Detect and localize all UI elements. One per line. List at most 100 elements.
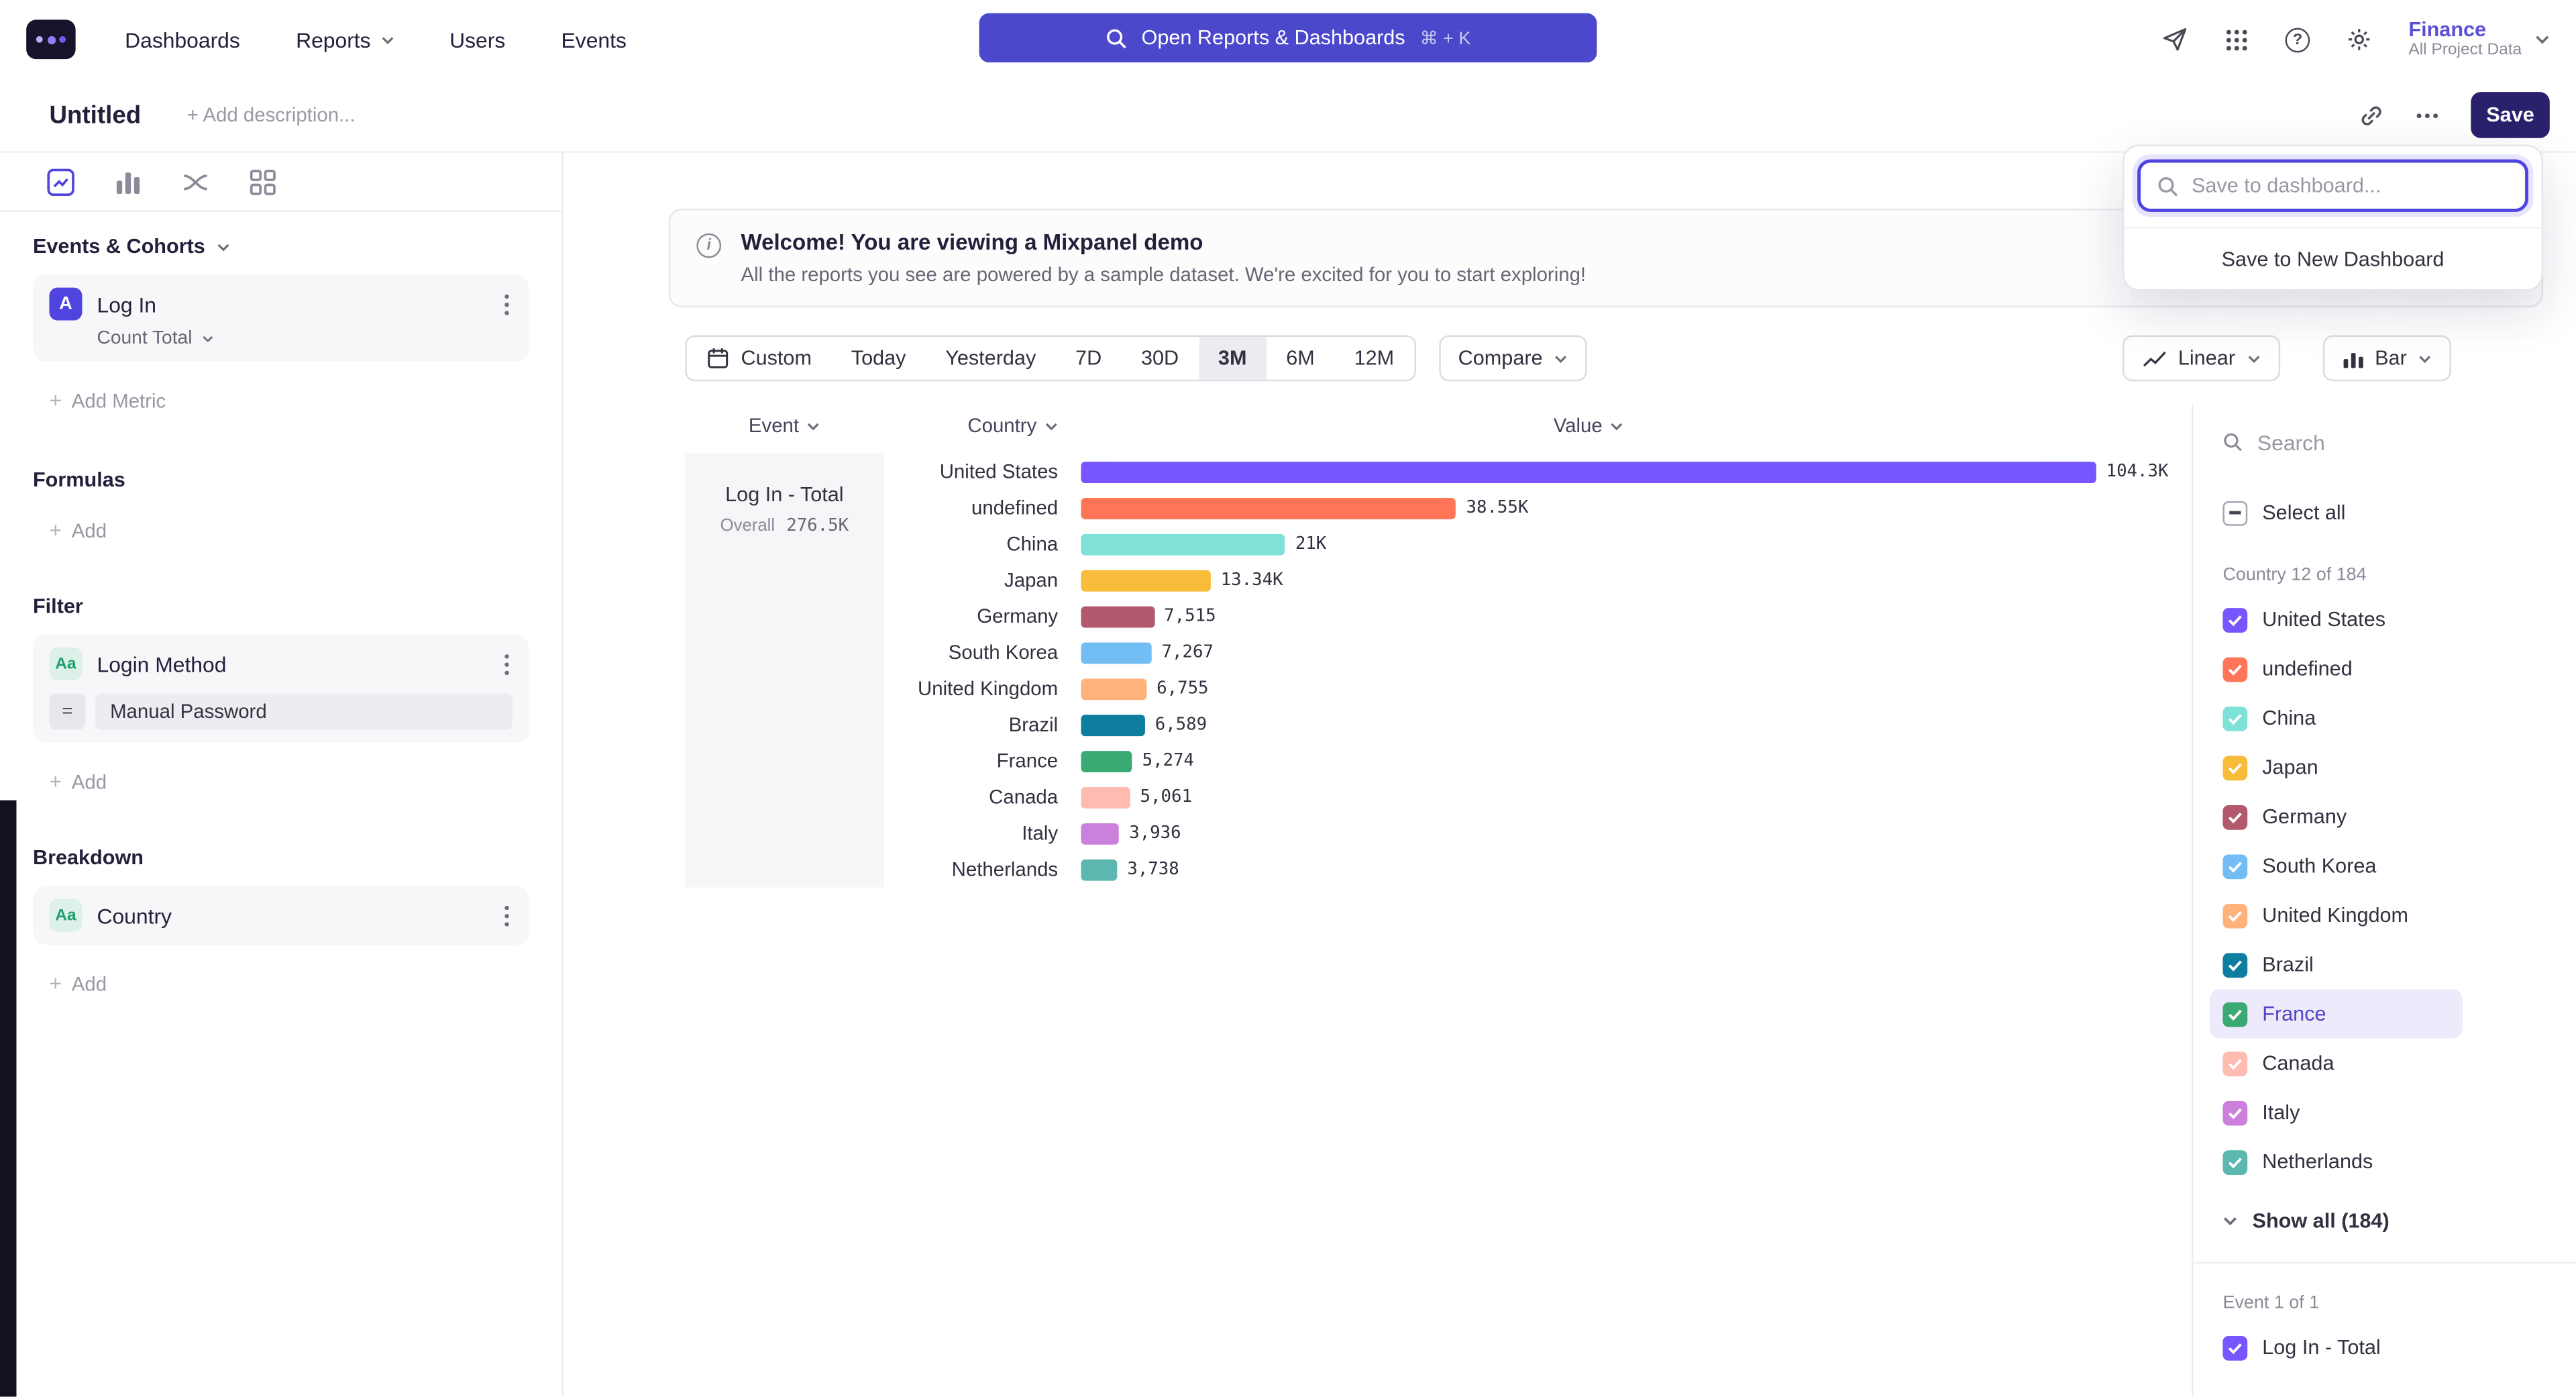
event-column-header[interactable]: Event xyxy=(685,414,883,437)
more-options-icon[interactable] xyxy=(2416,113,2438,117)
range-6m-button[interactable]: 6M xyxy=(1267,337,1334,380)
add-metric-button[interactable]: + Add Metric xyxy=(49,388,529,413)
bar-germany[interactable] xyxy=(1081,605,1154,627)
show-all-button[interactable]: Show all (184) xyxy=(2222,1193,2546,1249)
legend-item-germany[interactable]: Germany xyxy=(2210,792,2546,841)
events-cohorts-heading[interactable]: Events & Cohorts xyxy=(33,235,529,258)
save-to-new-dashboard-option[interactable]: Save to New Dashboard xyxy=(2125,227,2542,289)
tab-funnels[interactable] xyxy=(113,167,143,197)
add-filter-button[interactable]: + Add xyxy=(49,769,529,794)
country-column-header[interactable]: Country xyxy=(894,414,1081,437)
chevron-down-icon xyxy=(217,242,230,250)
tab-flows[interactable] xyxy=(180,167,210,197)
bar-united-kingdom[interactable] xyxy=(1081,678,1146,699)
event-checkbox[interactable] xyxy=(2222,1335,2247,1360)
save-dashboard-search-input[interactable] xyxy=(2192,174,2509,197)
country-checkbox[interactable] xyxy=(2222,805,2247,829)
send-feedback-icon[interactable] xyxy=(2162,26,2188,52)
country-checkbox[interactable] xyxy=(2222,952,2247,977)
country-checkbox[interactable] xyxy=(2222,656,2247,681)
range-7d-button[interactable]: 7D xyxy=(1056,337,1122,380)
country-checkbox[interactable] xyxy=(2222,1149,2247,1174)
bar-brazil[interactable] xyxy=(1081,714,1145,735)
apps-grid-icon[interactable] xyxy=(2224,27,2249,52)
breakdown-heading: Breakdown xyxy=(33,846,529,869)
report-description-placeholder[interactable]: + Add description... xyxy=(187,103,356,126)
kebab-menu-icon[interactable] xyxy=(501,650,513,678)
legend-item-china[interactable]: China xyxy=(2210,693,2546,742)
country-checkbox[interactable] xyxy=(2222,1100,2247,1125)
bar-united-states[interactable] xyxy=(1081,461,2096,482)
chart-type-selector-button[interactable]: Bar xyxy=(2322,335,2451,382)
legend-item-undefined[interactable]: undefined xyxy=(2210,644,2546,693)
bar-canada[interactable] xyxy=(1081,786,1130,808)
country-checkbox[interactable] xyxy=(2222,1002,2247,1027)
country-checkbox[interactable] xyxy=(2222,903,2247,928)
mixpanel-logo[interactable] xyxy=(26,19,75,59)
filter-operator[interactable]: = xyxy=(49,693,85,729)
kebab-menu-icon[interactable] xyxy=(501,901,513,929)
nav-item-reports[interactable]: Reports xyxy=(296,27,394,52)
country-checkbox[interactable] xyxy=(2222,853,2247,878)
add-formula-button[interactable]: + Add xyxy=(49,517,529,542)
legend-item-south-korea[interactable]: South Korea xyxy=(2210,841,2546,890)
legend-item-japan[interactable]: Japan xyxy=(2210,743,2546,792)
help-icon[interactable]: ? xyxy=(2286,27,2310,52)
range-3m-button[interactable]: 3M xyxy=(1199,337,1267,380)
filter-value[interactable]: Manual Password xyxy=(95,693,513,729)
scale-selector-button[interactable]: Linear xyxy=(2123,335,2279,382)
select-all-row[interactable]: Select all xyxy=(2222,490,2546,536)
value-column-header[interactable]: Value xyxy=(1081,414,2096,437)
country-checkbox[interactable] xyxy=(2222,755,2247,780)
range-today-button[interactable]: Today xyxy=(831,337,925,380)
legend-item-netherlands[interactable]: Netherlands xyxy=(2210,1137,2546,1186)
bar-italy[interactable] xyxy=(1081,823,1119,844)
aggregation-selector[interactable]: Count Total xyxy=(97,329,513,348)
add-breakdown-button[interactable]: + Add xyxy=(49,971,529,996)
bar-south-korea[interactable] xyxy=(1081,641,1151,663)
nav-item-users[interactable]: Users xyxy=(449,27,505,52)
legend-item-brazil[interactable]: Brazil xyxy=(2210,940,2546,989)
project-switcher[interactable]: Finance All Project Data xyxy=(2408,18,2549,60)
kebab-menu-icon[interactable] xyxy=(501,290,513,318)
tab-insights[interactable] xyxy=(46,167,76,197)
global-search-button[interactable]: Open Reports & Dashboards ⌘ + K xyxy=(979,13,1597,62)
nav-item-dashboards[interactable]: Dashboards xyxy=(125,27,240,52)
filter-card-login-method[interactable]: Aa Login Method = Manual Password xyxy=(33,634,529,743)
bar-value-label: 6,589 xyxy=(1155,715,1207,734)
segment-search-input[interactable] xyxy=(2257,429,2546,454)
nav-item-events[interactable]: Events xyxy=(561,27,627,52)
legend-item-united-kingdom[interactable]: United Kingdom xyxy=(2210,890,2546,939)
bar-japan[interactable] xyxy=(1081,570,1211,591)
country-checkbox[interactable] xyxy=(2222,1051,2247,1076)
country-checkbox[interactable] xyxy=(2222,706,2247,731)
select-all-checkbox[interactable] xyxy=(2222,501,2247,525)
event-card-log-in[interactable]: A Log In Count Total xyxy=(33,274,529,362)
legend-item-united-states[interactable]: United States xyxy=(2210,595,2546,644)
report-title[interactable]: Untitled xyxy=(49,101,141,130)
save-button[interactable]: Save xyxy=(2471,92,2550,138)
bar-china[interactable] xyxy=(1081,533,1285,555)
compare-button[interactable]: Compare xyxy=(1438,335,1587,382)
range-yesterday-button[interactable]: Yesterday xyxy=(926,337,1056,380)
event-summary-panel[interactable]: Log In - Total Overall 276.5K xyxy=(685,454,883,888)
tab-retention[interactable] xyxy=(248,167,278,197)
range-custom-button[interactable]: Custom xyxy=(687,337,832,380)
copy-link-icon[interactable] xyxy=(2359,103,2384,127)
bar-france[interactable] xyxy=(1081,750,1132,772)
range-12m-button[interactable]: 12M xyxy=(1334,337,1413,380)
bar-row: United Kingdom6,755 xyxy=(894,670,2096,707)
country-checkbox[interactable] xyxy=(2222,607,2247,632)
legend-item-canada[interactable]: Canada xyxy=(2210,1039,2546,1088)
legend-item-france[interactable]: France xyxy=(2210,989,2463,1038)
range-30d-button[interactable]: 30D xyxy=(1122,337,1199,380)
legend-item-log-in-total[interactable]: Log In - Total xyxy=(2210,1323,2546,1372)
bar-netherlands[interactable] xyxy=(1081,859,1117,880)
chart-column-headers: Event Country Value xyxy=(685,404,2192,447)
legend-item-italy[interactable]: Italy xyxy=(2210,1088,2546,1137)
bar-undefined[interactable] xyxy=(1081,497,1456,519)
legend-label: United Kingdom xyxy=(2262,904,2408,927)
settings-gear-icon[interactable] xyxy=(2346,26,2372,52)
plus-icon: + xyxy=(49,388,62,413)
breakdown-card-country[interactable]: Aa Country xyxy=(33,886,529,945)
